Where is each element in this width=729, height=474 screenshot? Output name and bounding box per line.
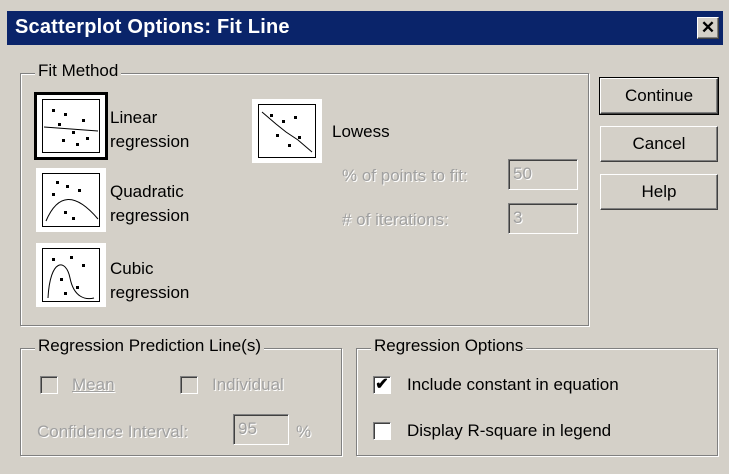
title-bar[interactable]: Scatterplot Options: Fit Line ✕ bbox=[7, 11, 723, 45]
iterations-field[interactable]: 3 bbox=[508, 203, 578, 234]
cubic-fit-icon bbox=[42, 248, 100, 302]
linear-regression-label[interactable]: Linear regression bbox=[110, 106, 189, 154]
include-constant-checkbox[interactable]: ✔ bbox=[373, 376, 391, 394]
cubic-regression-label[interactable]: Cubic regression bbox=[110, 257, 189, 305]
quadratic-regression-tile[interactable] bbox=[36, 168, 106, 232]
help-button[interactable]: Help bbox=[600, 174, 718, 210]
close-icon: ✕ bbox=[700, 18, 716, 37]
quadratic-fit-icon bbox=[42, 173, 100, 227]
cubic-regression-tile[interactable] bbox=[36, 243, 106, 307]
regression-options-legend: Regression Options bbox=[371, 336, 527, 356]
individual-checkbox[interactable] bbox=[180, 376, 198, 394]
confidence-interval-field[interactable]: 95 bbox=[233, 414, 289, 445]
iterations-label: # of iterations: bbox=[342, 210, 449, 229]
checkmark-icon: ✔ bbox=[375, 376, 389, 393]
mean-label: Mean bbox=[72, 375, 115, 394]
lowess-tile[interactable] bbox=[252, 99, 322, 163]
points-to-fit-field[interactable]: 50 bbox=[508, 159, 578, 190]
individual-label: Individual bbox=[212, 375, 284, 394]
close-button[interactable]: ✕ bbox=[697, 17, 719, 39]
linear-regression-tile[interactable] bbox=[34, 92, 108, 160]
linear-fit-icon bbox=[42, 99, 100, 153]
window-title: Scatterplot Options: Fit Line bbox=[15, 16, 290, 38]
confidence-interval-label: Confidence Interval: bbox=[37, 422, 189, 441]
lowess-label[interactable]: Lowess bbox=[332, 120, 390, 144]
mean-checkbox[interactable] bbox=[40, 376, 58, 394]
fit-method-legend: Fit Method bbox=[35, 61, 122, 81]
continue-button[interactable]: Continue bbox=[599, 77, 719, 115]
percent-label: % bbox=[296, 422, 312, 441]
cancel-button[interactable]: Cancel bbox=[600, 126, 718, 162]
lowess-fit-icon bbox=[258, 104, 316, 158]
fit-line-dialog: Scatterplot Options: Fit Line ✕ Fit Meth… bbox=[0, 0, 729, 474]
display-rsquare-label[interactable]: Display R-square in legend bbox=[407, 419, 611, 443]
prediction-legend: Regression Prediction Line(s) bbox=[35, 336, 264, 356]
include-constant-label[interactable]: Include constant in equation bbox=[407, 373, 619, 397]
quadratic-regression-label[interactable]: Quadratic regression bbox=[110, 180, 189, 228]
display-rsquare-checkbox[interactable] bbox=[373, 422, 391, 440]
points-to-fit-label: % of points to fit: bbox=[342, 166, 468, 185]
